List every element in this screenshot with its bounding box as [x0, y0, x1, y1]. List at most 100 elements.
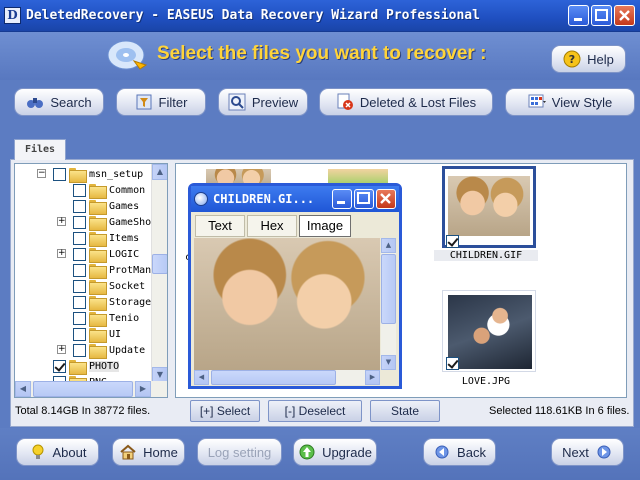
state-button[interactable]: State [370, 400, 440, 422]
tree-item-label: Games [109, 200, 140, 212]
tree-scroll-thumb[interactable] [152, 254, 167, 274]
preview-scroll-thumb[interactable] [381, 254, 396, 324]
page-headline: Select the files you want to recover : [157, 43, 487, 64]
total-size-status: Total 8.14GB In 38772 files. [15, 405, 151, 417]
magnifier-icon [228, 93, 246, 111]
tree-item[interactable]: Tenio [73, 310, 139, 327]
tree-checkbox[interactable] [73, 183, 86, 197]
tree-item[interactable]: PHOTO [53, 358, 120, 375]
preview-title-bar[interactable]: CHILDREN.GI... [191, 186, 399, 212]
preview-maximize-button[interactable] [354, 189, 374, 209]
file-thumbnail-children[interactable] [442, 166, 536, 248]
scroll-up-arrow-icon[interactable]: ▲ [152, 164, 167, 180]
tree-checkbox[interactable] [73, 295, 86, 309]
back-button[interactable]: Back [423, 438, 496, 466]
tree-item[interactable]: GameSho [73, 214, 151, 231]
image-preview-window[interactable]: CHILDREN.GI... Text Hex Image ▲ ▼ ◀ ▶ [188, 183, 402, 389]
tree-item[interactable]: UI [73, 326, 121, 343]
back-arrow-icon [435, 445, 449, 459]
preview-minimize-button[interactable] [332, 189, 352, 209]
folder-icon [69, 359, 87, 375]
tab-image[interactable]: Image [299, 215, 351, 237]
title-bar[interactable]: D DeletedRecovery - EASEUS Data Recovery… [0, 0, 640, 32]
tree-item[interactable]: LOGIC [73, 246, 139, 263]
preview-vertical-scrollbar[interactable]: ▲ ▼ [381, 238, 396, 370]
deleted-lost-files-label: Deleted & Lost Files [359, 94, 477, 110]
maximize-button[interactable] [591, 5, 612, 26]
tree-expander-icon[interactable]: − [37, 169, 46, 178]
tree-vertical-scrollbar[interactable]: ▲ ▼ [151, 164, 167, 383]
filter-button[interactable]: Filter [116, 88, 206, 116]
tab-hex[interactable]: Hex [247, 215, 297, 237]
file-checkbox[interactable] [446, 357, 459, 370]
view-style-label: View Style [551, 94, 613, 110]
scroll-right-arrow-icon[interactable]: ▶ [135, 381, 151, 397]
view-style-button[interactable]: View Style [505, 88, 635, 116]
tree-checkbox[interactable] [53, 167, 66, 181]
about-button[interactable]: About [16, 438, 99, 466]
scroll-left-arrow-icon[interactable]: ◀ [194, 370, 209, 385]
file-name-label: CHILDREN.GIF [434, 250, 538, 261]
deleted-lost-files-button[interactable]: Deleted & Lost Files [319, 88, 493, 116]
tree-expander-icon[interactable]: + [57, 217, 66, 226]
search-label: Search [50, 94, 92, 110]
upgrade-button[interactable]: Upgrade [293, 438, 377, 466]
tab-files[interactable]: Files [14, 139, 66, 160]
file-thumbnail-love[interactable] [442, 290, 536, 372]
tree-checkbox[interactable] [53, 359, 66, 373]
select-button[interactable]: [+] Select [190, 400, 260, 422]
scroll-right-arrow-icon[interactable]: ▶ [365, 370, 380, 385]
folder-icon [89, 199, 107, 215]
tree-item[interactable]: Socket [73, 278, 145, 295]
tree-checkbox[interactable] [73, 279, 86, 293]
preview-hscroll-thumb[interactable] [211, 370, 336, 385]
scroll-down-arrow-icon[interactable]: ▼ [381, 355, 396, 370]
tree-expander-icon[interactable]: + [57, 345, 66, 354]
tree-checkbox[interactable] [73, 343, 86, 357]
next-button[interactable]: Next [551, 438, 624, 466]
preview-button[interactable]: Preview [218, 88, 308, 116]
tree-checkbox[interactable] [73, 247, 86, 261]
tree-checkbox[interactable] [73, 311, 86, 325]
minimize-button[interactable] [568, 5, 589, 26]
folder-icon [89, 295, 107, 311]
folder-icon [89, 327, 107, 343]
tree-expander-icon[interactable]: + [57, 249, 66, 258]
tree-item[interactable]: ProtMan [73, 262, 151, 279]
file-checkbox[interactable] [446, 235, 459, 248]
tree-checkbox[interactable] [73, 327, 86, 341]
help-button[interactable]: ? Help [551, 45, 626, 73]
tree-item[interactable]: Common [73, 182, 146, 199]
preview-horizontal-scrollbar[interactable]: ◀ ▶ [194, 370, 380, 385]
header-banner: Select the files you want to recover : [0, 32, 640, 80]
deleted-file-icon [337, 93, 353, 110]
preview-close-button[interactable] [376, 189, 396, 209]
tree-checkbox[interactable] [73, 215, 86, 229]
help-label: Help [587, 51, 614, 67]
tree-checkbox[interactable] [73, 231, 86, 245]
tree-item[interactable]: Games [73, 198, 140, 215]
scroll-up-arrow-icon[interactable]: ▲ [381, 238, 396, 253]
tree-hscroll-thumb[interactable] [33, 381, 133, 397]
tree-checkbox[interactable] [73, 263, 86, 277]
folder-icon [89, 231, 107, 247]
folder-tree[interactable]: − msn_setup Common Games + GameSho Items + LOGIC… [14, 163, 168, 398]
app-icon: D [4, 7, 21, 24]
tree-item-label: Common [109, 184, 146, 196]
tree-item-label: Storage [109, 296, 152, 308]
deselect-button[interactable]: [-] Deselect [268, 400, 362, 422]
search-button[interactable]: Search [14, 88, 104, 116]
tree-item[interactable]: Items [73, 230, 139, 247]
tree-item[interactable]: msn_setup [53, 166, 143, 183]
tree-item[interactable]: Update [73, 342, 145, 359]
close-button[interactable] [614, 5, 635, 26]
log-setting-button[interactable]: Log setting [197, 438, 282, 466]
tree-item[interactable]: Storage [73, 294, 152, 311]
scroll-left-arrow-icon[interactable]: ◀ [15, 381, 31, 397]
tree-horizontal-scrollbar[interactable]: ◀ ▶ [15, 381, 167, 397]
tree-checkbox[interactable] [73, 199, 86, 213]
help-icon: ? [563, 50, 581, 68]
tab-text[interactable]: Text [195, 215, 245, 237]
home-button[interactable]: Home [112, 438, 185, 466]
disk-logo-icon [107, 40, 148, 70]
